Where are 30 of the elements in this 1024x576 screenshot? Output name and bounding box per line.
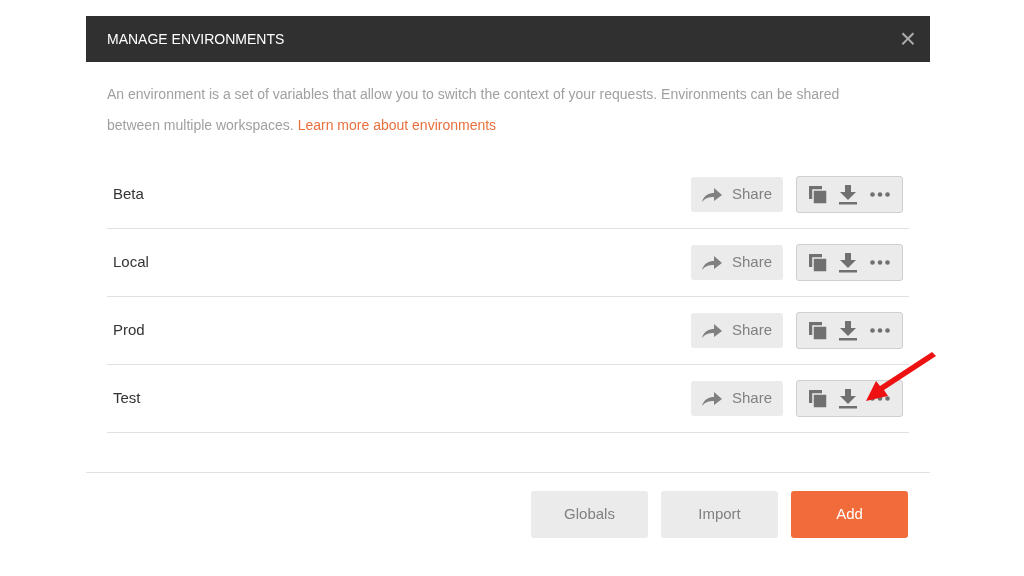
environment-name[interactable]: Test xyxy=(113,387,691,410)
learn-more-link[interactable]: Learn more about environments xyxy=(297,117,497,133)
download-icon[interactable] xyxy=(839,320,858,341)
download-icon[interactable] xyxy=(839,184,858,205)
description-text: An environment is a set of variables that allow you to switch the context of your requests. Environments can be shared between multiple workspaces. Learn more about environments xyxy=(106,85,841,135)
share-button[interactable]: Share xyxy=(691,381,783,416)
share-icon xyxy=(702,323,722,338)
duplicate-icon[interactable] xyxy=(809,185,828,204)
environment-name[interactable]: Prod xyxy=(113,319,691,342)
share-icon xyxy=(702,255,722,270)
footer-button[interactable]: Globals xyxy=(531,491,648,538)
download-icon[interactable] xyxy=(839,388,858,409)
add-button[interactable]: Add xyxy=(791,491,908,538)
close-button[interactable]: × xyxy=(898,25,918,53)
footer-button[interactable]: Import xyxy=(661,491,778,538)
environment-name[interactable]: Beta xyxy=(113,183,691,206)
share-button[interactable]: Share xyxy=(691,177,783,212)
share-icon xyxy=(702,391,722,406)
share-icon xyxy=(702,187,722,202)
download-icon[interactable] xyxy=(839,252,858,273)
more-icon[interactable] xyxy=(869,192,890,197)
duplicate-icon[interactable] xyxy=(809,253,828,272)
duplicate-icon[interactable] xyxy=(809,321,828,340)
share-button[interactable]: Share xyxy=(691,313,783,348)
duplicate-icon[interactable] xyxy=(809,389,828,408)
share-button[interactable]: Share xyxy=(691,245,783,280)
more-icon[interactable] xyxy=(869,260,890,265)
dialog-title: MANAGE ENVIRONMENTS xyxy=(107,29,285,49)
environment-name[interactable]: Local xyxy=(113,251,691,274)
more-icon[interactable] xyxy=(869,328,890,333)
